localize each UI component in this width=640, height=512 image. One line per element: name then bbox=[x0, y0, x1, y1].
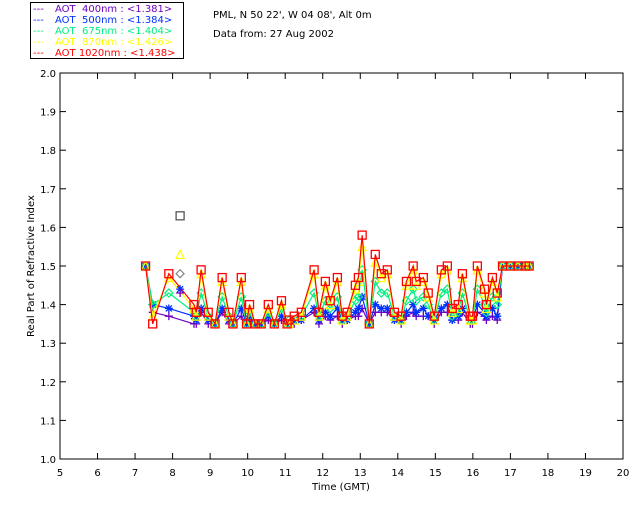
plot-area: Time (GMT) Real Part of Refractive Index… bbox=[26, 69, 630, 493]
data-point-asterisk bbox=[354, 304, 363, 313]
extra-point-diamond bbox=[175, 268, 185, 279]
data-point-asterisk bbox=[164, 304, 173, 313]
y-axis-label: Real Part of Refractive Index bbox=[26, 195, 37, 337]
data-point-asterisk bbox=[419, 304, 428, 313]
chart-window: --- AOT 400nm : <1.381> --- AOT 500nm : <1… bbox=[0, 0, 640, 512]
data-point-asterisk bbox=[493, 312, 502, 321]
x-tick-label: 6 bbox=[94, 468, 100, 479]
x-axis-label: Time (GMT) bbox=[311, 482, 370, 493]
y-tick-label: 1.6 bbox=[40, 223, 56, 234]
x-tick-label: 9 bbox=[207, 468, 213, 479]
x-tick-label: 13 bbox=[354, 468, 367, 479]
y-tick-label: 1.9 bbox=[40, 108, 56, 119]
x-tick-label: 7 bbox=[132, 468, 138, 479]
x-tick-label: 18 bbox=[542, 468, 555, 479]
x-tick-label: 19 bbox=[579, 468, 592, 479]
x-tick-label: 8 bbox=[169, 468, 175, 479]
x-tick-label: 10 bbox=[241, 468, 254, 479]
x-tick-label: 11 bbox=[279, 468, 292, 479]
y-tick-label: 1.0 bbox=[40, 455, 56, 466]
y-tick-label: 1.1 bbox=[40, 416, 56, 427]
extra-point-triangle bbox=[175, 249, 186, 260]
y-tick-label: 1.4 bbox=[40, 301, 56, 312]
x-tick-label: 14 bbox=[391, 468, 404, 479]
data-point-asterisk bbox=[326, 312, 335, 321]
x-tick-label: 15 bbox=[429, 468, 442, 479]
y-tick-label: 1.3 bbox=[40, 339, 56, 350]
y-tick-label: 2.0 bbox=[40, 69, 56, 80]
y-tick-label: 1.2 bbox=[40, 378, 56, 389]
y-tick-label: 1.7 bbox=[40, 185, 56, 196]
x-tick-label: 12 bbox=[316, 468, 329, 479]
x-tick-label: 17 bbox=[504, 468, 517, 479]
data-point-asterisk bbox=[412, 308, 421, 317]
y-tick-label: 1.5 bbox=[40, 262, 56, 273]
extra-point-square bbox=[175, 211, 185, 221]
x-tick-label: 16 bbox=[466, 468, 479, 479]
data-point-plus bbox=[164, 312, 173, 321]
x-tick-label: 5 bbox=[57, 468, 63, 479]
x-tick-label: 20 bbox=[617, 468, 630, 479]
y-tick-label: 1.8 bbox=[40, 146, 56, 157]
